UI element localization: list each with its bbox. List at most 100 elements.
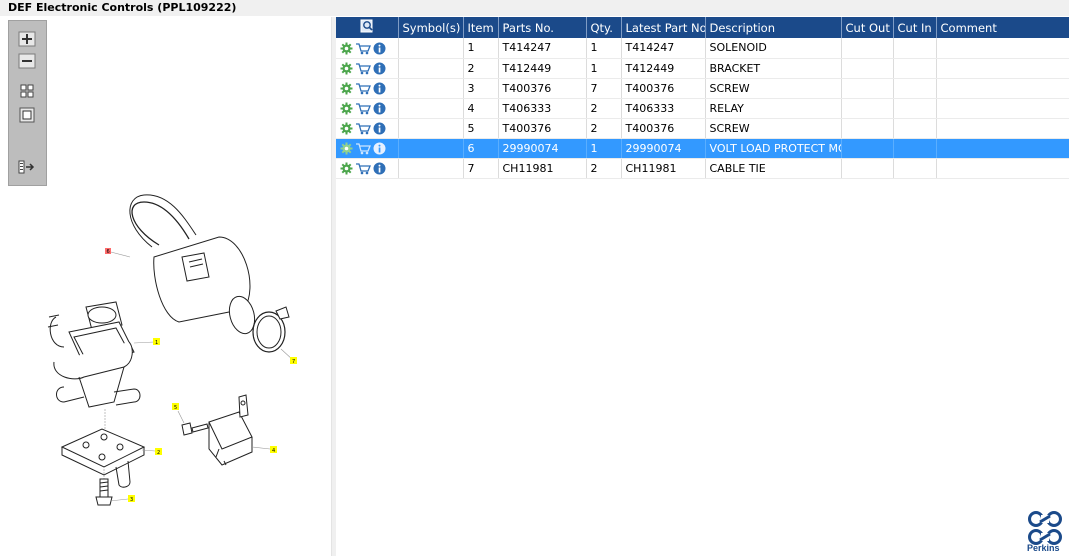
cell-latest-part-no: T400376 — [621, 118, 706, 139]
cell-description: SCREW — [705, 78, 842, 99]
table-row[interactable]: 629990074129990074VOLT LOAD PROTECT MODU… — [336, 138, 1069, 159]
search-doc-icon — [360, 19, 373, 33]
row-actions — [336, 78, 399, 99]
brand-name: Perkins — [1027, 543, 1060, 553]
column-header-latest-part-no[interactable]: Latest Part No. — [621, 17, 706, 38]
info-icon[interactable] — [373, 42, 386, 55]
gear-icon[interactable] — [340, 82, 353, 95]
cell-comment — [936, 38, 1069, 59]
table-row[interactable]: 1 T414247 1 T414247 SOLENOID — [336, 38, 1069, 59]
cell-parts-no: T412449 — [498, 58, 587, 79]
table-row[interactable]: 2 T412449 1 T412449 BRACKET — [336, 58, 1069, 79]
row-actions — [336, 58, 399, 79]
cell-cut-out — [841, 58, 894, 79]
cell-description: VOLT LOAD PROTECT MODULE — [705, 138, 842, 159]
cell-cut-in — [893, 118, 937, 139]
callout-2: 2 — [157, 450, 160, 456]
cart-icon[interactable] — [355, 102, 371, 115]
gear-icon[interactable] — [340, 142, 353, 155]
gear-icon[interactable] — [340, 42, 353, 55]
cell-parts-no: 29990074 — [498, 138, 587, 159]
row-actions — [336, 38, 399, 59]
cell-item: 7 — [463, 158, 499, 179]
info-icon[interactable] — [373, 62, 386, 75]
info-icon[interactable] — [373, 142, 386, 155]
cell-comment — [936, 98, 1069, 119]
cell-cut-in — [893, 138, 937, 159]
cell-latest-part-no: CH11981 — [621, 158, 706, 179]
cell-symbols — [398, 38, 464, 59]
gear-icon[interactable] — [340, 122, 353, 135]
cart-icon[interactable] — [355, 82, 371, 95]
cart-icon[interactable] — [355, 142, 371, 155]
cell-item: 4 — [463, 98, 499, 119]
cell-description: SOLENOID — [705, 38, 842, 59]
diagram-panel: 6 1 2 3 4 5 7 — [4, 17, 332, 556]
table-row[interactable]: 3 T400376 7 T400376 SCREW — [336, 78, 1069, 99]
info-icon[interactable] — [373, 102, 386, 115]
parts-diagram[interactable]: 6 1 2 3 4 5 7 — [4, 17, 332, 556]
cell-symbols — [398, 138, 464, 159]
cell-parts-no: T414247 — [498, 38, 587, 59]
column-header-actions[interactable] — [336, 17, 399, 38]
cell-latest-part-no: T412449 — [621, 58, 706, 79]
cart-icon[interactable] — [355, 122, 371, 135]
info-icon[interactable] — [373, 122, 386, 135]
cell-cut-out — [841, 158, 894, 179]
column-header-parts-no[interactable]: Parts No. — [498, 17, 587, 38]
gear-icon[interactable] — [340, 162, 353, 175]
cell-cut-in — [893, 58, 937, 79]
cell-latest-part-no: T406333 — [621, 98, 706, 119]
row-actions — [336, 158, 399, 179]
table-row[interactable]: 5 T400376 2 T400376 SCREW — [336, 118, 1069, 139]
column-header-cut-in[interactable]: Cut In — [893, 17, 937, 38]
cell-symbols — [398, 158, 464, 179]
column-header-qty[interactable]: Qty. — [586, 17, 622, 38]
callout-3: 3 — [130, 497, 133, 503]
callout-7: 7 — [292, 359, 295, 365]
cell-qty: 1 — [586, 38, 622, 59]
relay-screw-illustration — [177, 410, 209, 436]
cell-cut-out — [841, 98, 894, 119]
info-icon[interactable] — [373, 82, 386, 95]
callout-5: 5 — [174, 405, 177, 411]
table-row[interactable]: 7 CH11981 2 CH11981 CABLE TIE — [336, 158, 1069, 179]
column-header-symbols[interactable]: Symbol(s) — [398, 17, 464, 38]
info-icon[interactable] — [373, 162, 386, 175]
cell-description: RELAY — [705, 98, 842, 119]
bracket-illustration — [60, 428, 146, 488]
cell-parts-no: T400376 — [498, 118, 587, 139]
cell-description: SCREW — [705, 118, 842, 139]
cell-parts-no: T406333 — [498, 98, 587, 119]
column-header-item[interactable]: Item — [463, 17, 499, 38]
parts-table-panel: Symbol(s) Item Parts No. Qty. Latest Par… — [336, 17, 1069, 556]
gear-icon[interactable] — [340, 62, 353, 75]
cell-parts-no: CH11981 — [498, 158, 587, 179]
table-row[interactable]: 4 T406333 2 T406333 RELAY — [336, 98, 1069, 119]
cell-qty: 1 — [586, 58, 622, 79]
table-header-row: Symbol(s) Item Parts No. Qty. Latest Par… — [336, 17, 1069, 38]
cell-comment — [936, 158, 1069, 179]
cell-qty: 2 — [586, 158, 622, 179]
cell-description: CABLE TIE — [705, 158, 842, 179]
cell-item: 6 — [463, 138, 499, 159]
cell-qty: 1 — [586, 138, 622, 159]
cell-cut-out — [841, 78, 894, 99]
cell-latest-part-no: T400376 — [621, 78, 706, 99]
cart-icon[interactable] — [355, 62, 371, 75]
cell-symbols — [398, 58, 464, 79]
cart-icon[interactable] — [355, 42, 371, 55]
cell-cut-out — [841, 38, 894, 59]
callout-6: 6 — [107, 249, 110, 255]
column-header-cut-out[interactable]: Cut Out — [841, 17, 894, 38]
module-part-illustration — [129, 194, 256, 335]
gear-icon[interactable] — [340, 102, 353, 115]
cell-cut-out — [841, 118, 894, 139]
cell-parts-no: T400376 — [498, 78, 587, 99]
cart-icon[interactable] — [355, 162, 371, 175]
cell-qty: 2 — [586, 118, 622, 139]
cell-cut-out — [841, 138, 894, 159]
solenoid-illustration — [47, 301, 141, 408]
column-header-description[interactable]: Description — [705, 17, 842, 38]
column-header-comment[interactable]: Comment — [936, 17, 1069, 38]
